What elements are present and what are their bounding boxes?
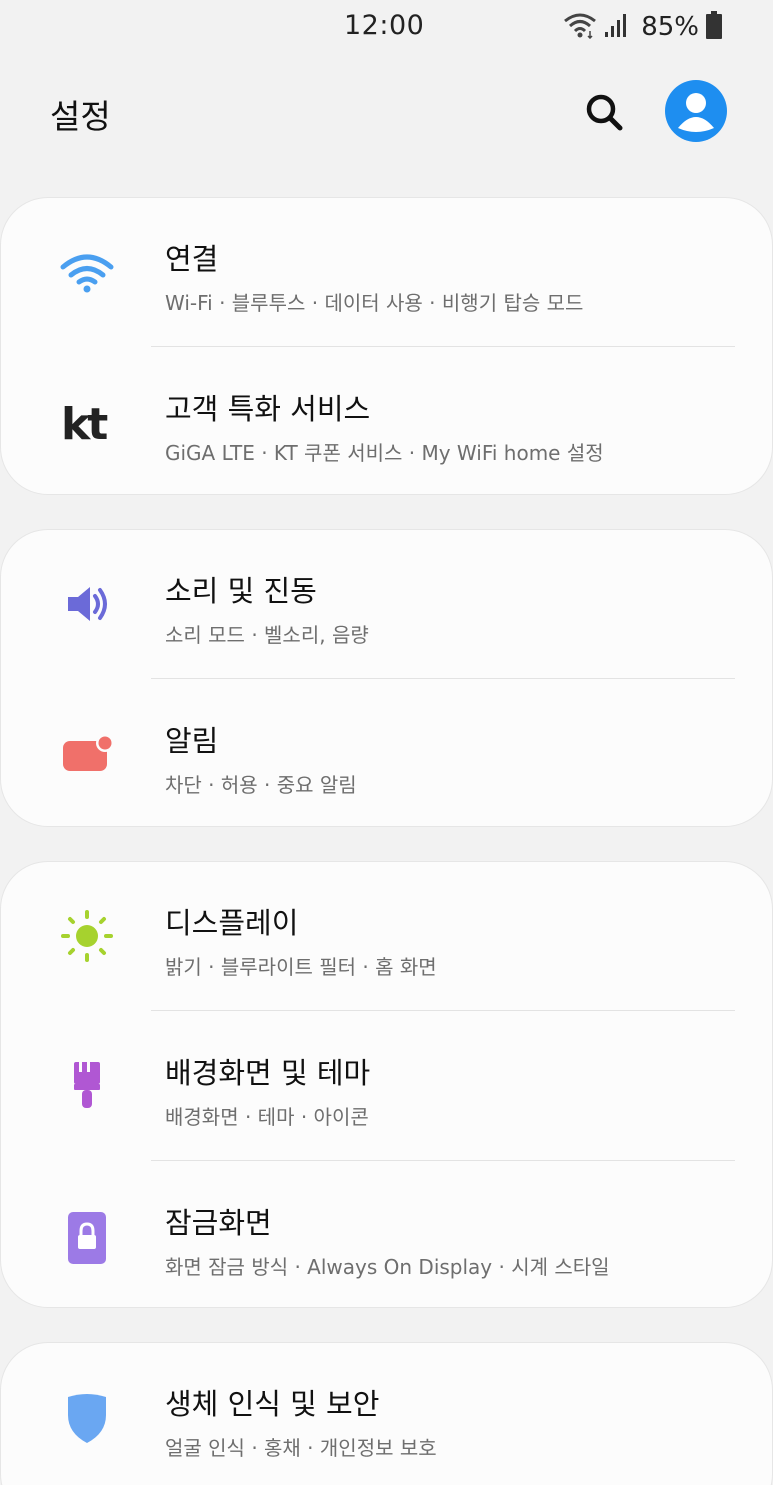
notification-icon	[53, 720, 121, 788]
settings-item-sound[interactable]: 소리 및 진동 소리 모드 · 벨소리, 음량	[1, 530, 773, 680]
settings-group-connections: 연결 Wi-Fi · 블루투스 · 데이터 사용 · 비행기 탑승 모드 kt …	[0, 197, 773, 495]
battery-percent: 85%	[641, 12, 699, 42]
settings-group-display: 디스플레이 밝기 · 블루라이트 필터 · 홈 화면 배경화면 및 테마 배경화…	[0, 861, 773, 1308]
settings-item-subtitle: 차단 · 허용 · 중요 알림	[165, 773, 357, 797]
divider	[151, 1160, 735, 1161]
settings-item-notifications[interactable]: 알림 차단 · 허용 · 중요 알림	[1, 680, 773, 830]
divider	[151, 346, 735, 347]
wifi-icon	[53, 238, 121, 306]
kt-logo-icon: kt	[53, 388, 121, 456]
divider	[151, 1010, 735, 1011]
header: 설정	[0, 70, 773, 160]
settings-item-subtitle: 밝기 · 블루라이트 필터 · 홈 화면	[165, 955, 437, 979]
speaker-icon	[53, 570, 121, 638]
settings-item-display[interactable]: 디스플레이 밝기 · 블루라이트 필터 · 홈 화면	[1, 862, 773, 1012]
settings-item-subtitle: 배경화면 · 테마 · 아이콘	[165, 1105, 369, 1129]
settings-item-subtitle: 소리 모드 · 벨소리, 음량	[165, 623, 369, 647]
settings-item-biometrics-security[interactable]: 생체 인식 및 보안 얼굴 인식 · 홍채 · 개인정보 보호	[1, 1343, 773, 1485]
avatar-icon[interactable]	[665, 80, 727, 142]
signal-icon	[603, 12, 629, 42]
status-time: 12:00	[344, 10, 425, 41]
settings-item-title: 디스플레이	[165, 906, 299, 940]
wifi-icon	[563, 11, 597, 43]
settings-item-title: 배경화면 및 테마	[165, 1056, 371, 1090]
settings-item-title: 소리 및 진동	[165, 574, 317, 608]
settings-item-title: 연결	[165, 242, 219, 276]
settings-item-title: 고객 특화 서비스	[165, 392, 371, 426]
status-bar: 12:00 85%	[0, 0, 773, 54]
page-title: 설정	[50, 97, 111, 136]
settings-group-sound: 소리 및 진동 소리 모드 · 벨소리, 음량 알림 차단 · 허용 · 중요 …	[0, 529, 773, 827]
status-icons: 85%	[563, 10, 723, 44]
settings-item-connections[interactable]: 연결 Wi-Fi · 블루투스 · 데이터 사용 · 비행기 탑승 모드	[1, 198, 773, 348]
paintbrush-icon	[53, 1052, 121, 1120]
lock-icon	[53, 1202, 121, 1270]
settings-item-lock-screen[interactable]: 잠금화면 화면 잠금 방식 · Always On Display · 시계 스…	[1, 1162, 773, 1312]
settings-item-subtitle: GiGA LTE · KT 쿠폰 서비스 · My WiFi home 설정	[165, 441, 604, 465]
svg-text:kt: kt	[61, 399, 108, 445]
divider	[151, 678, 735, 679]
settings-item-title: 알림	[165, 724, 219, 758]
settings-item-kt-services[interactable]: kt 고객 특화 서비스 GiGA LTE · KT 쿠폰 서비스 · My W…	[1, 348, 773, 498]
settings-item-subtitle: Wi-Fi · 블루투스 · 데이터 사용 · 비행기 탑승 모드	[165, 291, 584, 315]
settings-item-wallpaper-themes[interactable]: 배경화면 및 테마 배경화면 · 테마 · 아이콘	[1, 1012, 773, 1162]
profile-button[interactable]	[665, 80, 727, 142]
settings-group-security: 생체 인식 및 보안 얼굴 인식 · 홍채 · 개인정보 보호	[0, 1342, 773, 1485]
battery-icon	[705, 10, 723, 44]
search-button[interactable]	[580, 88, 628, 136]
settings-item-title: 잠금화면	[165, 1206, 272, 1240]
sun-icon	[53, 902, 121, 970]
search-icon[interactable]	[584, 92, 624, 132]
settings-item-title: 생체 인식 및 보안	[165, 1387, 380, 1421]
settings-item-subtitle: 얼굴 인식 · 홍채 · 개인정보 보호	[165, 1436, 437, 1460]
shield-icon	[53, 1383, 121, 1451]
settings-item-subtitle: 화면 잠금 방식 · Always On Display · 시계 스타일	[165, 1255, 610, 1279]
